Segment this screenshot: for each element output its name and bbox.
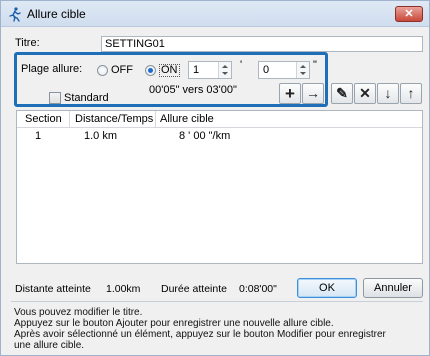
distance-value: 1.00km [106, 283, 141, 295]
range-text: 00'05" vers 03'00" [149, 84, 237, 96]
seconds-stepper-buttons[interactable] [296, 62, 309, 78]
column-divider[interactable] [69, 111, 70, 128]
stepper-up-icon[interactable] [300, 65, 306, 68]
radio-on[interactable] [145, 65, 156, 76]
titre-label: Titre: [15, 37, 40, 49]
stepper-down-icon[interactable] [222, 72, 228, 75]
delete-icon: ✕ [359, 85, 371, 101]
column-divider[interactable] [155, 111, 156, 128]
title-bar: Allure cible ✕ [1, 1, 429, 27]
cell-allure: 8 ' 00 "/km [179, 130, 231, 142]
radio-off[interactable] [97, 65, 108, 76]
table-header: Section Distance/Temps Allure cible [17, 111, 422, 128]
radio-off-label[interactable]: OFF [111, 64, 133, 76]
move-down-button[interactable]: ↓ [377, 83, 399, 104]
cancel-button[interactable]: Annuler [363, 278, 423, 298]
add-icon: + [285, 84, 295, 103]
move-up-button[interactable]: ↑ [400, 83, 422, 104]
column-header-section[interactable]: Section [25, 113, 62, 125]
add-button[interactable]: + [279, 83, 301, 104]
help-line: Après avoir sélectionné un élément, appu… [14, 329, 386, 340]
minutes-value: 1 [193, 64, 200, 76]
standard-label[interactable]: Standard [64, 92, 109, 104]
ok-button[interactable]: OK [297, 278, 357, 298]
cell-distance: 1.0 km [84, 130, 118, 142]
help-line: une allure cible. [14, 340, 85, 351]
plage-allure-label: Plage allure: [21, 63, 83, 75]
radio-on-label[interactable]: ON [159, 64, 180, 77]
insert-button[interactable]: → [302, 83, 324, 104]
stepper-down-icon[interactable] [300, 72, 306, 75]
runner-icon [9, 7, 21, 22]
distance-label: Distante atteinte [15, 283, 91, 295]
standard-checkbox[interactable] [49, 92, 61, 104]
arrow-up-icon: ↑ [407, 85, 415, 101]
window-title: Allure cible [27, 7, 86, 21]
delete-button[interactable]: ✕ [354, 83, 376, 104]
close-icon: ✕ [404, 8, 414, 20]
cell-section: 1 [35, 130, 42, 142]
stepper-up-icon[interactable] [222, 65, 228, 68]
seconds-stepper[interactable]: 0 [258, 61, 310, 79]
minutes-unit: ' [240, 59, 243, 71]
divider [11, 301, 423, 302]
allure-table[interactable]: Section Distance/Temps Allure cible 1 1.… [16, 110, 423, 264]
column-header-allure[interactable]: Allure cible [160, 113, 214, 125]
table-row[interactable]: 1 1.0 km 8 ' 00 "/km [17, 129, 422, 145]
duree-value: 0:08'00" [239, 283, 277, 295]
allure-cible-dialog: Allure cible ✕ Titre: SETTING01 Plage al… [0, 0, 430, 356]
minutes-stepper-buttons[interactable] [218, 62, 231, 78]
edit-button[interactable]: ✎ [331, 83, 353, 104]
help-line: Vous pouvez modifier le titre. [14, 307, 143, 318]
close-button[interactable]: ✕ [395, 6, 423, 22]
arrow-right-icon: → [306, 85, 320, 101]
pencil-icon: ✎ [336, 85, 348, 101]
seconds-unit: " [313, 59, 317, 71]
seconds-value: 0 [263, 64, 270, 76]
titre-input[interactable]: SETTING01 [101, 36, 423, 52]
column-header-distance[interactable]: Distance/Temps [75, 113, 153, 125]
minutes-stepper[interactable]: 1 [188, 61, 232, 79]
arrow-down-icon: ↓ [384, 85, 392, 101]
duree-label: Durée atteinte [161, 283, 227, 295]
help-text: Vous pouvez modifier le titre. Appuyez s… [14, 307, 419, 351]
help-line: Appuyez sur le bouton Ajouter pour enreg… [14, 318, 334, 329]
